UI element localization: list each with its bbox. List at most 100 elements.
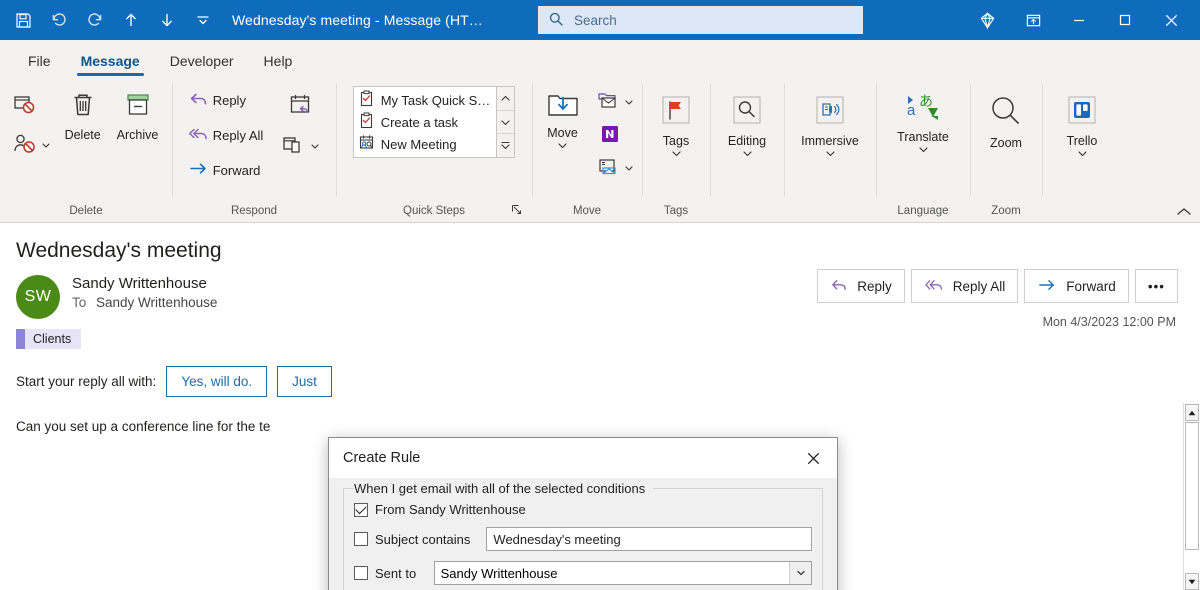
scroll-up-icon[interactable] xyxy=(1185,404,1199,421)
onenote-button[interactable] xyxy=(593,121,638,150)
subject-checkbox[interactable] xyxy=(354,532,368,546)
zoom-button[interactable]: Zoom xyxy=(980,84,1032,152)
more-actions-button[interactable]: ••• xyxy=(1135,269,1178,303)
conditions-fieldset: When I get email with all of the selecte… xyxy=(343,488,823,590)
chevron-down-icon[interactable] xyxy=(742,149,753,158)
forward-ribbon-button[interactable]: Forward xyxy=(184,156,268,185)
previous-item-icon[interactable] xyxy=(114,4,148,36)
quick-steps-more[interactable] xyxy=(497,133,514,157)
diamond-icon[interactable] xyxy=(964,0,1010,40)
next-item-icon[interactable] xyxy=(150,4,184,36)
reply-button[interactable]: Reply xyxy=(817,269,905,303)
reply-all-button[interactable]: Reply All xyxy=(911,269,1019,303)
editing-button[interactable]: Editing xyxy=(721,84,773,160)
reply-ribbon-label: Reply xyxy=(213,93,246,108)
chevron-down-icon[interactable] xyxy=(918,145,929,154)
ignore-button[interactable] xyxy=(8,90,55,123)
rules-button[interactable] xyxy=(593,88,638,117)
from-checkbox[interactable] xyxy=(354,503,368,517)
reply-icon xyxy=(188,89,210,112)
sent-to-label: Sent to xyxy=(375,566,434,581)
minimize-icon[interactable] xyxy=(1056,0,1102,40)
sent-to-input[interactable] xyxy=(435,562,789,584)
forward-icon xyxy=(188,159,210,182)
meeting-button[interactable] xyxy=(284,90,318,123)
archive-button[interactable]: Archive xyxy=(111,84,165,144)
reply-ribbon-button[interactable]: Reply xyxy=(184,86,268,115)
vertical-scroll-thumb[interactable] xyxy=(1185,422,1199,550)
reply-label: Reply xyxy=(857,279,892,294)
more-respond-actions-button[interactable] xyxy=(277,131,324,162)
ribbon-body: Delete Archive Delete xyxy=(0,76,1200,222)
scroll-down-icon[interactable] xyxy=(1185,573,1199,590)
quick-steps-dialog-launcher-icon[interactable] xyxy=(511,204,522,215)
ribbon-group-quick-steps: My Task Quick S… Create a task xyxy=(336,76,532,222)
sender-name[interactable]: Sandy Writtenhouse xyxy=(72,275,217,292)
search-box[interactable] xyxy=(538,6,863,34)
translate-label: Translate xyxy=(897,130,949,144)
tab-message[interactable]: Message xyxy=(67,47,154,76)
redo-icon[interactable] xyxy=(78,4,112,36)
to-value[interactable]: Sandy Writtenhouse xyxy=(96,295,217,310)
actions-button[interactable] xyxy=(593,154,638,183)
chevron-down-icon xyxy=(624,161,634,176)
delete-label: Delete xyxy=(65,128,101,142)
chevron-down-icon[interactable] xyxy=(557,141,568,150)
trello-icon xyxy=(1064,92,1100,131)
condition-sent-to-row: Sent to xyxy=(354,561,812,585)
search-input[interactable] xyxy=(574,13,853,28)
quick-step-my-task[interactable]: My Task Quick S… xyxy=(354,89,497,111)
quick-steps-scroll-up[interactable] xyxy=(497,87,514,110)
suggested-reply-2[interactable]: Just xyxy=(277,366,332,397)
reading-pane: Wednesday's meeting SW Sandy Writtenhous… xyxy=(0,223,1200,590)
move-button[interactable]: Move xyxy=(537,84,589,152)
ribbon-display-options-icon[interactable] xyxy=(1010,0,1056,40)
group-label-respond: Respond xyxy=(178,200,330,222)
junk-button[interactable] xyxy=(8,129,55,162)
category-badge[interactable]: Clients xyxy=(16,329,81,349)
chevron-down-icon[interactable] xyxy=(671,149,682,158)
vertical-scroll-track[interactable] xyxy=(1185,422,1199,572)
suggested-reply-1[interactable]: Yes, will do. xyxy=(166,366,267,397)
quick-steps-list: My Task Quick S… Create a task xyxy=(354,87,497,157)
forward-button[interactable]: Forward xyxy=(1024,269,1129,303)
flag-icon xyxy=(658,92,694,131)
customize-quick-access-toolbar-icon[interactable] xyxy=(186,4,220,36)
sent-to-checkbox[interactable] xyxy=(354,566,368,580)
chevron-down-icon[interactable] xyxy=(789,562,811,584)
reply-all-ribbon-button[interactable]: Reply All xyxy=(184,121,268,150)
save-icon[interactable] xyxy=(6,4,40,36)
window-title: Wednesday's meeting - Message (HT… xyxy=(232,12,483,28)
respond-actions-icon xyxy=(281,134,307,159)
tab-file[interactable]: File xyxy=(14,47,65,76)
close-icon[interactable] xyxy=(1148,0,1194,40)
svg-text:a: a xyxy=(907,102,916,119)
maximize-icon[interactable] xyxy=(1102,0,1148,40)
to-label: To xyxy=(72,295,86,310)
trello-button[interactable]: Trello xyxy=(1056,84,1108,160)
vertical-scrollbar[interactable] xyxy=(1183,403,1200,590)
delete-button[interactable]: Delete xyxy=(57,84,109,144)
message-date: Mon 4/3/2023 12:00 PM xyxy=(1043,315,1176,329)
immersive-reader-button[interactable]: Immersive xyxy=(795,84,865,160)
ribbon-group-tags: Tags Tags xyxy=(642,76,710,222)
subject-input[interactable] xyxy=(486,527,812,551)
chevron-down-icon xyxy=(41,138,51,153)
sent-to-combobox[interactable] xyxy=(434,561,812,585)
dialog-close-icon[interactable] xyxy=(793,439,833,477)
translate-button[interactable]: aあ Translate xyxy=(891,84,955,156)
undo-icon[interactable] xyxy=(42,4,76,36)
quick-step-new-meeting[interactable]: New Meeting xyxy=(354,133,497,155)
chevron-down-icon[interactable] xyxy=(825,149,836,158)
tags-button[interactable]: Tags xyxy=(650,84,702,160)
translate-icon: aあ xyxy=(904,90,942,127)
chevron-down-icon[interactable] xyxy=(1077,149,1088,158)
quick-steps-scroll-down[interactable] xyxy=(497,110,514,134)
avatar: SW xyxy=(16,275,60,319)
chevron-down-icon xyxy=(624,95,634,110)
tab-help[interactable]: Help xyxy=(250,47,307,76)
collapse-ribbon-icon[interactable] xyxy=(1176,206,1192,218)
from-label: From Sandy Writtenhouse xyxy=(375,502,526,517)
quick-step-create-task[interactable]: Create a task xyxy=(354,111,497,133)
tab-developer[interactable]: Developer xyxy=(156,47,248,76)
